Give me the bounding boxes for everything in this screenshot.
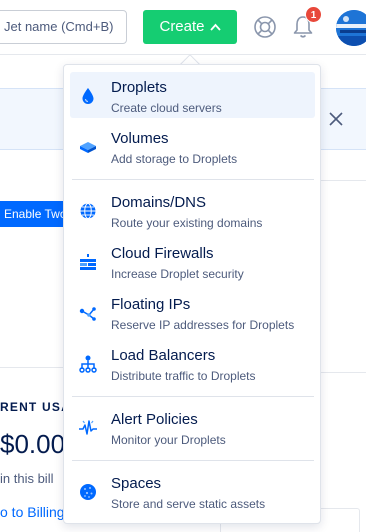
volume-icon [80, 142, 96, 153]
create-dropdown-menu: Droplets Create cloud servers Volumes Ad… [63, 64, 321, 524]
globe-icon [80, 203, 96, 219]
menu-item-title: Droplets [111, 79, 167, 96]
menu-divider [72, 396, 314, 397]
notification-badge: 1 [305, 6, 322, 23]
menu-item-description: Create cloud servers [111, 101, 222, 115]
menu-divider [72, 179, 314, 180]
close-icon[interactable] [328, 111, 344, 127]
avatar-image-icon [336, 10, 366, 46]
divider [321, 180, 366, 181]
menu-item-spaces[interactable]: Spaces Store and serve static assets [70, 468, 315, 514]
menu-item-title: Floating IPs [111, 296, 191, 313]
alert-pulse-icon [79, 420, 97, 435]
load-balancer-icon [79, 355, 97, 373]
menu-item-volumes[interactable]: Volumes Add storage to Droplets [70, 123, 315, 169]
floating-ip-icon [79, 307, 96, 321]
menu-item-description: Reserve IP addresses for Droplets [111, 318, 295, 332]
avatar[interactable] [336, 10, 366, 46]
spaces-icon [80, 484, 96, 500]
usage-period-text: in this bill [0, 471, 54, 486]
divider [321, 372, 366, 373]
enable-2fa-button[interactable]: Enable Two-Factor [0, 201, 66, 227]
menu-item-title: Load Balancers [111, 347, 216, 364]
usage-amount: $0.00 [0, 429, 66, 459]
menu-item-droplets[interactable]: Droplets Create cloud servers [70, 72, 315, 118]
menu-item-description: Store and serve static assets [111, 497, 266, 511]
current-usage-label: RENT USA [0, 400, 71, 414]
menu-item-domains-dns[interactable]: Domains/DNS Route your existing domains [70, 187, 315, 233]
droplet-icon [82, 88, 94, 104]
menu-item-description: Route your existing domains [111, 216, 263, 230]
menu-item-alert-policies[interactable]: Alert Policies Monitor your Droplets [70, 404, 315, 450]
menu-item-title: Volumes [111, 130, 169, 147]
help-lifebuoy-icon[interactable] [253, 15, 277, 39]
top-bar: Jet name (Cmd+B) Create 1 [0, 0, 366, 55]
menu-item-cloud-firewalls[interactable]: Cloud Firewalls Increase Droplet securit… [70, 238, 315, 284]
menu-item-description: Distribute traffic to Droplets [111, 369, 256, 383]
menu-item-description: Monitor your Droplets [111, 433, 226, 447]
menu-item-title: Domains/DNS [111, 194, 207, 211]
create-button-label: Create [159, 18, 205, 35]
menu-item-floating-ips[interactable]: Floating IPs Reserve IP addresses for Dr… [70, 289, 315, 335]
menu-item-load-balancers[interactable]: Load Balancers Distribute traffic to Dro… [70, 340, 315, 386]
menu-divider [72, 460, 314, 461]
search-input[interactable]: Jet name (Cmd+B) [0, 10, 127, 44]
firewall-icon [80, 254, 96, 270]
menu-item-description: Increase Droplet security [111, 267, 244, 281]
go-to-billing-link[interactable]: o to Billing [0, 504, 65, 520]
menu-item-title: Spaces [111, 475, 162, 492]
menu-item-description: Add storage to Droplets [111, 152, 238, 166]
menu-item-title: Cloud Firewalls [111, 245, 214, 262]
menu-item-title: Alert Policies [111, 411, 198, 428]
create-button[interactable]: Create [143, 10, 237, 44]
chevron-up-icon [209, 23, 221, 31]
